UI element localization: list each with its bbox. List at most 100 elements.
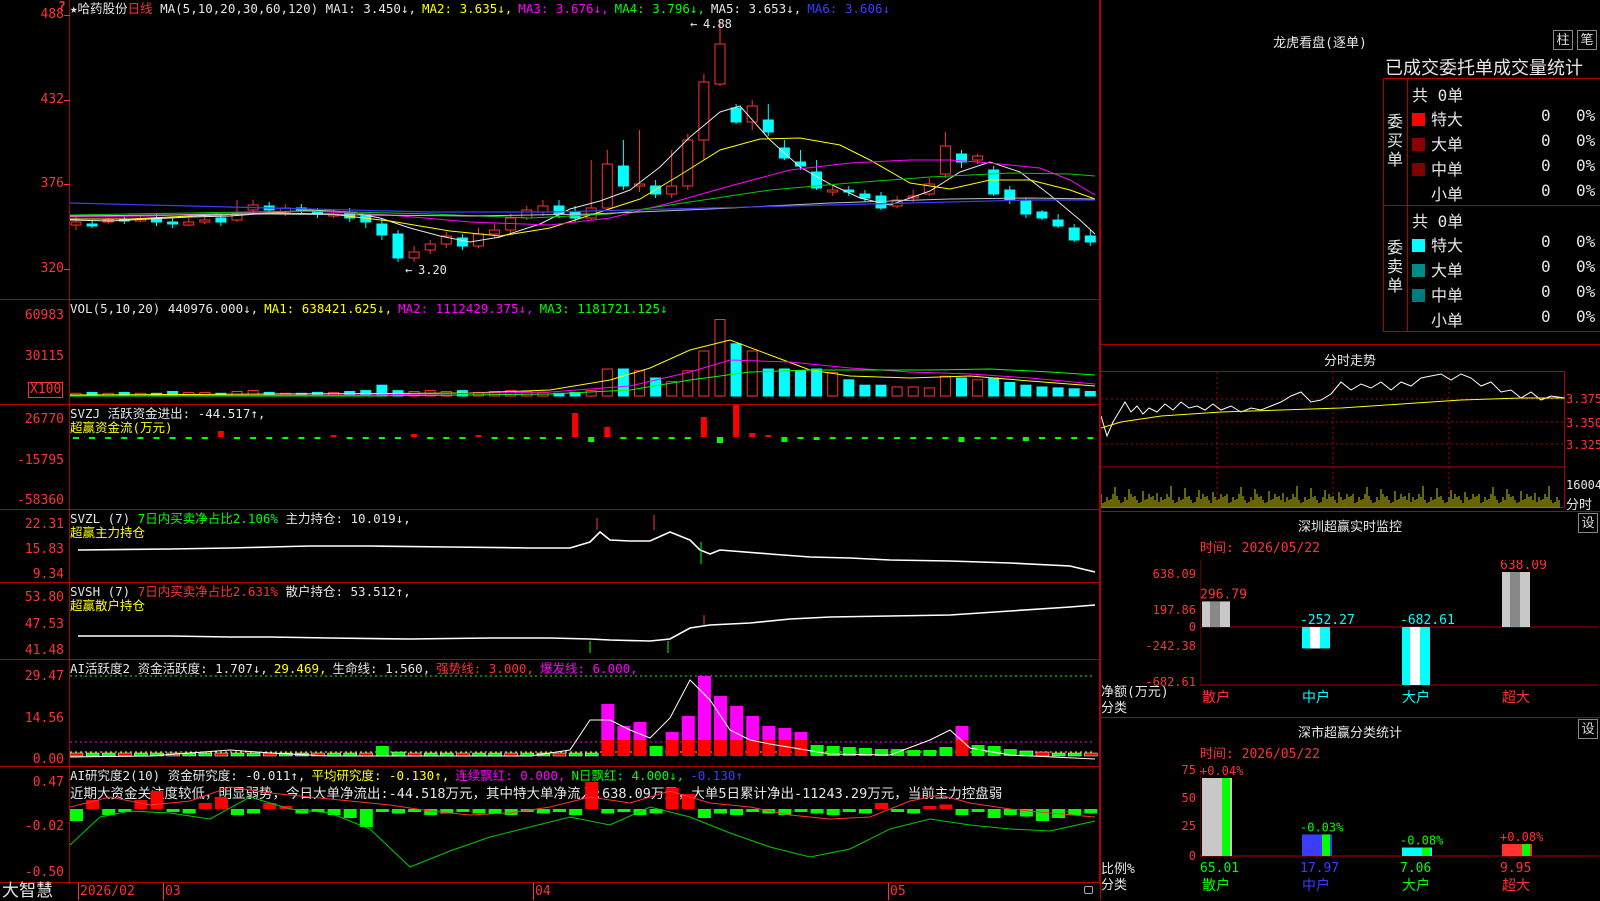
candle[interactable] xyxy=(666,185,678,195)
candle[interactable] xyxy=(682,139,694,187)
fund-flow-bar[interactable] xyxy=(636,437,643,439)
fund-flow-bar[interactable] xyxy=(556,437,562,439)
research-bar[interactable] xyxy=(375,809,389,812)
fund-flow-bar[interactable] xyxy=(523,437,530,439)
research-bar[interactable] xyxy=(810,809,824,814)
candle[interactable] xyxy=(86,223,98,227)
candle[interactable] xyxy=(972,155,984,161)
activity-bar[interactable] xyxy=(391,751,406,757)
candle[interactable] xyxy=(456,237,468,247)
activity-bar[interactable] xyxy=(70,752,84,757)
activity-bar-hot[interactable] xyxy=(697,676,711,740)
candle[interactable] xyxy=(698,81,710,141)
candle[interactable] xyxy=(199,219,211,223)
fund-flow-bar[interactable] xyxy=(234,437,240,439)
research-bar[interactable] xyxy=(456,809,470,812)
volume-bar[interactable] xyxy=(988,377,1000,397)
fund-flow-bar[interactable] xyxy=(539,437,546,439)
research-bar[interactable] xyxy=(907,809,921,814)
fund-flow-bar[interactable] xyxy=(813,437,820,440)
activity-bar[interactable] xyxy=(85,752,100,757)
activity-bar-hot[interactable] xyxy=(681,716,695,740)
activity-bar-hot[interactable] xyxy=(794,732,808,740)
activity-bar[interactable] xyxy=(1067,752,1082,757)
candle[interactable] xyxy=(408,251,420,259)
research-bar[interactable] xyxy=(166,809,180,812)
fund-flow-bar[interactable] xyxy=(894,437,901,439)
svzj-chart[interactable] xyxy=(70,405,1098,509)
volume-bar[interactable] xyxy=(1052,387,1064,397)
fund-flow-bar[interactable] xyxy=(604,427,611,437)
activity-bar-base[interactable] xyxy=(746,740,760,756)
research-bar[interactable] xyxy=(70,809,83,821)
candle[interactable] xyxy=(569,211,581,219)
activity-bar[interactable] xyxy=(214,752,229,757)
research-bar[interactable] xyxy=(343,809,357,818)
research-bar[interactable] xyxy=(488,809,502,814)
research-bar[interactable] xyxy=(697,809,711,818)
fund-flow-bar[interactable] xyxy=(475,435,482,437)
fund-flow-bar[interactable] xyxy=(217,431,224,437)
research-bar[interactable] xyxy=(327,809,341,815)
volume-bar[interactable] xyxy=(875,384,887,397)
fund-flow-bar[interactable] xyxy=(942,437,949,439)
volume-bar[interactable] xyxy=(762,368,774,397)
volume-bar[interactable] xyxy=(1084,391,1096,397)
fund-flow-bar[interactable] xyxy=(829,437,836,439)
research-bar[interactable] xyxy=(730,809,744,815)
fund-flow-bar[interactable] xyxy=(185,437,192,439)
fund-flow-bar[interactable] xyxy=(990,437,997,439)
fund-flow-bar[interactable] xyxy=(781,437,788,442)
fund-flow-bar[interactable] xyxy=(652,437,659,439)
fund-flow-bar[interactable] xyxy=(620,437,627,439)
research-bar[interactable] xyxy=(392,809,405,814)
research-bar[interactable] xyxy=(569,809,583,815)
activity-bar-base[interactable] xyxy=(617,740,631,756)
fund-flow-bar[interactable] xyxy=(1055,437,1062,439)
activity-bar-hot[interactable] xyxy=(746,716,760,740)
fund-flow-bar[interactable] xyxy=(572,413,579,437)
fund-flow-bar[interactable] xyxy=(314,437,321,439)
candle[interactable] xyxy=(859,193,871,199)
volume-bar[interactable] xyxy=(778,368,790,397)
fund-flow-bar[interactable] xyxy=(1039,437,1045,439)
fund-flow-bar[interactable] xyxy=(507,437,514,439)
fenshi-chart[interactable] xyxy=(1101,372,1565,508)
research-bar[interactable] xyxy=(987,809,1001,818)
volume-bar[interactable] xyxy=(601,368,613,397)
fund-flow-bar[interactable] xyxy=(169,437,176,439)
activity-bar-hot[interactable] xyxy=(665,732,679,740)
candle[interactable] xyxy=(617,165,629,187)
research-bar[interactable] xyxy=(891,809,905,812)
candle[interactable] xyxy=(167,221,179,225)
research-bar[interactable] xyxy=(842,809,856,812)
volume-bar[interactable] xyxy=(1020,384,1032,397)
research-bar[interactable] xyxy=(1068,809,1082,815)
research-bar[interactable] xyxy=(150,791,164,809)
fund-flow-bar[interactable] xyxy=(1022,437,1029,441)
activity-bar[interactable] xyxy=(584,752,599,757)
research-bar[interactable] xyxy=(955,809,969,815)
volume-bar[interactable] xyxy=(811,368,823,397)
candle[interactable] xyxy=(215,217,227,223)
activity-bar[interactable] xyxy=(939,747,953,756)
research-bar[interactable] xyxy=(875,803,888,809)
activity-bar[interactable] xyxy=(810,745,824,756)
activity-bar[interactable] xyxy=(375,746,389,756)
candle[interactable] xyxy=(537,205,549,213)
fund-flow-bar[interactable] xyxy=(282,437,289,439)
volume-bar[interactable] xyxy=(939,375,951,397)
fund-flow-bar[interactable] xyxy=(910,437,917,439)
fund-flow-bar[interactable] xyxy=(958,437,965,442)
research-bar[interactable] xyxy=(1036,809,1049,821)
ai2-chart[interactable] xyxy=(70,767,1098,882)
volume-bar[interactable] xyxy=(859,384,871,397)
candle[interactable] xyxy=(376,223,388,236)
fund-flow-bar[interactable] xyxy=(1071,437,1078,439)
activity-bar-hot[interactable] xyxy=(601,704,615,740)
research-bar[interactable] xyxy=(553,809,566,812)
fund-flow-bar[interactable] xyxy=(845,437,852,439)
candle[interactable] xyxy=(601,163,613,209)
research-bar[interactable] xyxy=(617,809,631,812)
candle[interactable] xyxy=(714,43,726,85)
